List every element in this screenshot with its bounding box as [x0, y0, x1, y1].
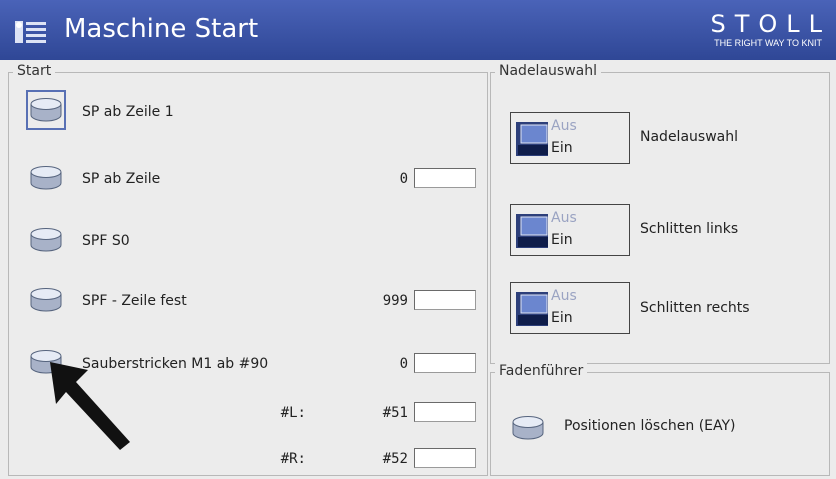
option-label-sp-ab-zeile: SP ab Zeile [82, 171, 161, 187]
l-input[interactable] [414, 402, 476, 422]
radio-positionen-loeschen[interactable] [508, 410, 548, 450]
toggle-on-label: Ein [551, 310, 573, 326]
radio-cylinder-icon [30, 228, 62, 252]
l-key-label: #L: [280, 405, 306, 421]
sp-ab-zeile-input[interactable] [414, 168, 476, 188]
toggle-off-label: Aus [551, 288, 577, 304]
radio-sp-ab-zeile[interactable] [26, 158, 66, 198]
machine-app-icon [15, 21, 46, 43]
sp-ab-zeile-value: 0 [399, 171, 408, 187]
option-label-spf-s0: SPF S0 [82, 233, 130, 249]
radio-sp-ab-zeile-1[interactable] [26, 90, 66, 130]
toggle-off-label: Aus [551, 210, 577, 226]
l-value-label: #51 [382, 405, 408, 421]
spf-zeile-fest-input[interactable] [414, 290, 476, 310]
toggle-schlitten-links[interactable]: Aus Ein [510, 204, 630, 256]
pointer-arrow-icon [50, 362, 130, 450]
radio-cylinder-icon [30, 166, 62, 190]
needle-group-label: Nadelauswahl [495, 63, 601, 79]
toggle-caption-nadelauswahl: Nadelauswahl [640, 129, 738, 145]
stoll-logo: STOLL THE RIGHT WAY TO KNIT [710, 10, 822, 48]
start-group-label: Start [13, 63, 56, 79]
r-key-label: #R: [280, 451, 306, 467]
sauberstricken-value: 0 [399, 356, 408, 372]
toggle-nadelauswahl[interactable]: Aus Ein [510, 112, 630, 164]
r-input[interactable] [414, 448, 476, 468]
toggle-switch-icon [516, 122, 548, 156]
radio-spf-s0[interactable] [26, 220, 66, 260]
window-title: Maschine Start [64, 14, 259, 44]
yarn-guide-group-label: Fadenführer [495, 363, 588, 379]
radio-cylinder-icon [30, 288, 62, 312]
title-bar: Maschine Start STOLL THE RIGHT WAY TO KN… [0, 0, 836, 60]
sauberstricken-input[interactable] [414, 353, 476, 373]
toggle-caption-schlitten-links: Schlitten links [640, 221, 739, 237]
option-label-spf-zeile-fest: SPF - Zeile fest [82, 293, 187, 309]
toggle-on-label: Ein [551, 232, 573, 248]
option-label-sp-ab-zeile-1: SP ab Zeile 1 [82, 104, 174, 120]
radio-cylinder-icon [512, 416, 544, 440]
radio-cylinder-icon [30, 98, 62, 122]
toggle-switch-icon [516, 214, 548, 248]
r-value-label: #52 [382, 451, 408, 467]
brand-name: STOLL [710, 10, 831, 38]
toggle-caption-schlitten-rechts: Schlitten rechts [640, 300, 750, 316]
toggle-on-label: Ein [551, 140, 573, 156]
maschine-start-window: Maschine Start STOLL THE RIGHT WAY TO KN… [0, 0, 836, 479]
brand-tagline: THE RIGHT WAY TO KNIT [714, 38, 822, 48]
spf-zeile-fest-value: 999 [382, 293, 408, 309]
positionen-loeschen-label: Positionen löschen (EAY) [564, 418, 736, 434]
toggle-off-label: Aus [551, 118, 577, 134]
toggle-schlitten-rechts[interactable]: Aus Ein [510, 282, 630, 334]
radio-spf-zeile-fest[interactable] [26, 280, 66, 320]
toggle-switch-icon [516, 292, 548, 326]
